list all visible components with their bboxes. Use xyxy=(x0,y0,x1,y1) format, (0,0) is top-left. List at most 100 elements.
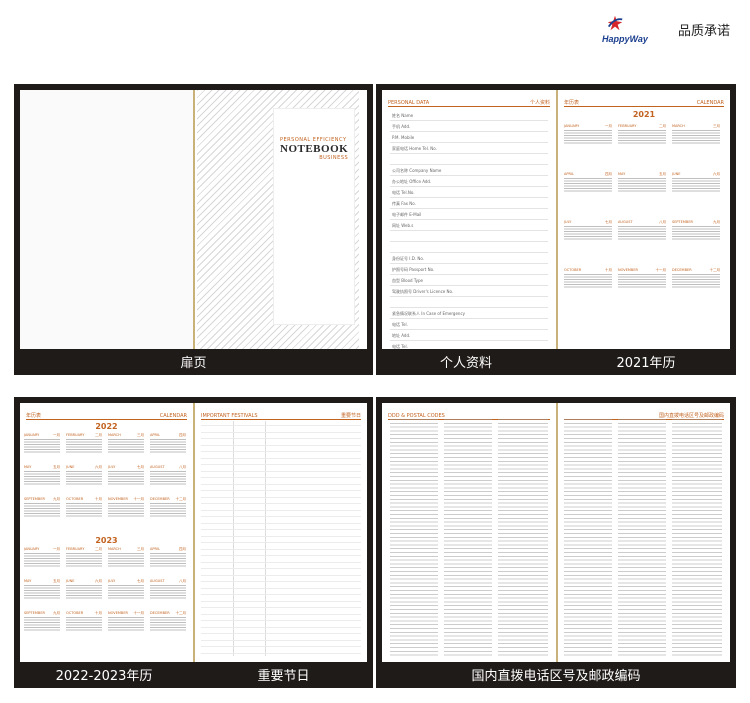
month-name-cn: 三月 xyxy=(713,124,720,128)
calendar-month: MAY 五月 xyxy=(618,172,666,192)
form-field-line: 护照号码 Passport No. xyxy=(390,267,548,275)
calendar-month: MARCH 三月 xyxy=(672,124,720,144)
month-name-cn: 一月 xyxy=(53,547,60,551)
festival-row xyxy=(201,509,361,511)
month-day-grid xyxy=(108,503,144,517)
month-day-grid xyxy=(150,585,186,599)
title-page-spread: PERSONAL EFFICIENCY NOTEBOOK BUSINESS xyxy=(20,90,367,349)
month-name-cn: 一月 xyxy=(53,433,60,437)
calendar-month: JUNE 六月 xyxy=(672,172,720,192)
month-name-en: NOVEMBER xyxy=(108,497,128,501)
cover-line3: BUSINESS xyxy=(319,155,349,161)
personal-data-page: PERSONAL DATA 个人资料 姓名 Name 手机 Add. P.M. Mo… xyxy=(382,90,556,349)
month-name-cn: 十一月 xyxy=(655,268,667,272)
personal-header-cn: 个人资料 xyxy=(529,100,550,106)
month-name-cn: 一月 xyxy=(605,124,612,128)
calendar-month: FEBRUARY 二月 xyxy=(618,124,666,144)
personal-calendar-spread: PERSONAL DATA 个人资料 姓名 Name 手机 Add. P.M. Mo… xyxy=(382,90,730,349)
month-name-en: JANUARY xyxy=(24,433,40,437)
form-field-line: 紧急情况联系人 In Case of Emergency xyxy=(390,311,548,319)
form-field-label: 护照号码 Passport No. xyxy=(392,267,435,272)
festival-row xyxy=(201,451,361,452)
calendar-month: NOVEMBER 十一月 xyxy=(108,497,144,517)
month-name-en: MAY xyxy=(618,172,626,176)
month-day-grid xyxy=(66,585,102,599)
calendar-month: MAY 五月 xyxy=(24,579,60,599)
festival-row xyxy=(201,522,361,524)
panel-label: 扉页 xyxy=(180,356,207,371)
calendar-month: JUNE 六月 xyxy=(66,579,102,599)
month-name-cn: 五月 xyxy=(53,579,60,583)
month-name-cn: 七月 xyxy=(137,579,144,583)
month-name-en: JULY xyxy=(564,220,572,224)
festival-row xyxy=(201,425,361,426)
calendar-month: APRIL 四月 xyxy=(150,433,186,453)
codes-left-page: DDD & POSTAL CODES xyxy=(382,403,556,662)
month-name-cn: 四月 xyxy=(179,547,186,551)
festival-row xyxy=(201,548,361,550)
form-field-line: 血型 Blood Type xyxy=(390,278,548,286)
month-name-en: SEPTEMBER xyxy=(24,497,45,501)
month-name-cn: 十月 xyxy=(95,611,102,615)
codes-column xyxy=(444,419,492,656)
codes-column xyxy=(390,419,438,656)
form-field-line: P.M. Mobile xyxy=(390,135,548,143)
codes-column xyxy=(672,419,722,656)
festival-row xyxy=(201,594,361,595)
month-name-en: FEBRUARY xyxy=(66,433,85,437)
month-name-cn: 七月 xyxy=(137,465,144,469)
month-name-cn: 四月 xyxy=(605,172,612,176)
calendar-month: NOVEMBER 十一月 xyxy=(618,268,666,288)
form-field-label: 姓名 Name xyxy=(392,113,414,118)
month-day-grid xyxy=(24,503,60,517)
cover-label-box: PERSONAL EFFICIENCY NOTEBOOK BUSINESS xyxy=(273,108,355,325)
month-name-en: SEPTEMBER xyxy=(672,220,693,224)
form-field-label: 办公地址 Office Add. xyxy=(392,179,432,184)
form-field-line xyxy=(390,307,548,308)
calendar-month: NOVEMBER 十一月 xyxy=(108,611,144,631)
personal-header-en: PERSONAL DATA xyxy=(388,100,430,106)
month-name-en: DECEMBER xyxy=(150,497,170,501)
festival-row xyxy=(201,529,361,530)
month-day-grid xyxy=(24,617,60,631)
month-name-en: SEPTEMBER xyxy=(24,611,45,615)
festivals-header: IMPORTANT FESTIVALS 重要节日 xyxy=(201,409,361,420)
calendar-month: SEPTEMBER 九月 xyxy=(24,497,60,517)
month-name-en: AUGUST xyxy=(618,220,633,224)
month-name-en: JUNE xyxy=(66,465,75,469)
form-field-label: 网址 Web.s xyxy=(392,223,414,228)
codes-spread: DDD & POSTAL CODES 国内直拨电话区号及邮政编码 xyxy=(382,403,730,662)
festival-row xyxy=(201,542,361,543)
calendar-month: AUGUST 八月 xyxy=(618,220,666,240)
month-name-cn: 二月 xyxy=(95,547,102,551)
month-name-en: MAY xyxy=(24,465,32,469)
month-name-en: MARCH xyxy=(672,124,685,128)
month-day-grid xyxy=(66,553,102,567)
form-field-line: 家庭电话 Home Tel. No. xyxy=(390,146,548,154)
festival-row xyxy=(201,490,361,491)
month-name-en: MAY xyxy=(24,579,32,583)
form-field-line xyxy=(390,164,548,165)
title-page-left xyxy=(20,90,193,349)
month-day-grid xyxy=(150,553,186,567)
codes-column xyxy=(498,419,548,656)
month-name-en: NOVEMBER xyxy=(108,611,128,615)
calendar-month: JULY 七月 xyxy=(108,579,144,599)
month-name-en: MARCH xyxy=(108,433,121,437)
calendar-2022-2023-header: 年历表 CALENDAR xyxy=(26,409,187,420)
festival-row xyxy=(201,464,361,465)
calendar-month: DECEMBER 十二月 xyxy=(150,611,186,631)
festival-row xyxy=(201,574,361,576)
month-day-grid xyxy=(672,130,720,144)
form-field-label: 电话 Tel. xyxy=(392,322,408,327)
form-field-label: 手机 Add. xyxy=(392,124,411,129)
month-day-grid xyxy=(564,274,612,288)
month-day-grid xyxy=(672,226,720,240)
calendar-month: DECEMBER 十二月 xyxy=(150,497,186,517)
personal-data-header: PERSONAL DATA 个人资料 xyxy=(388,96,550,107)
month-day-grid xyxy=(618,274,666,288)
festival-row xyxy=(201,516,361,517)
title-page-right: PERSONAL EFFICIENCY NOTEBOOK BUSINESS xyxy=(195,90,367,349)
codes-header-cn: 国内直拨电话区号及邮政编码 xyxy=(658,413,724,419)
calendar-month: MAY 五月 xyxy=(24,465,60,485)
